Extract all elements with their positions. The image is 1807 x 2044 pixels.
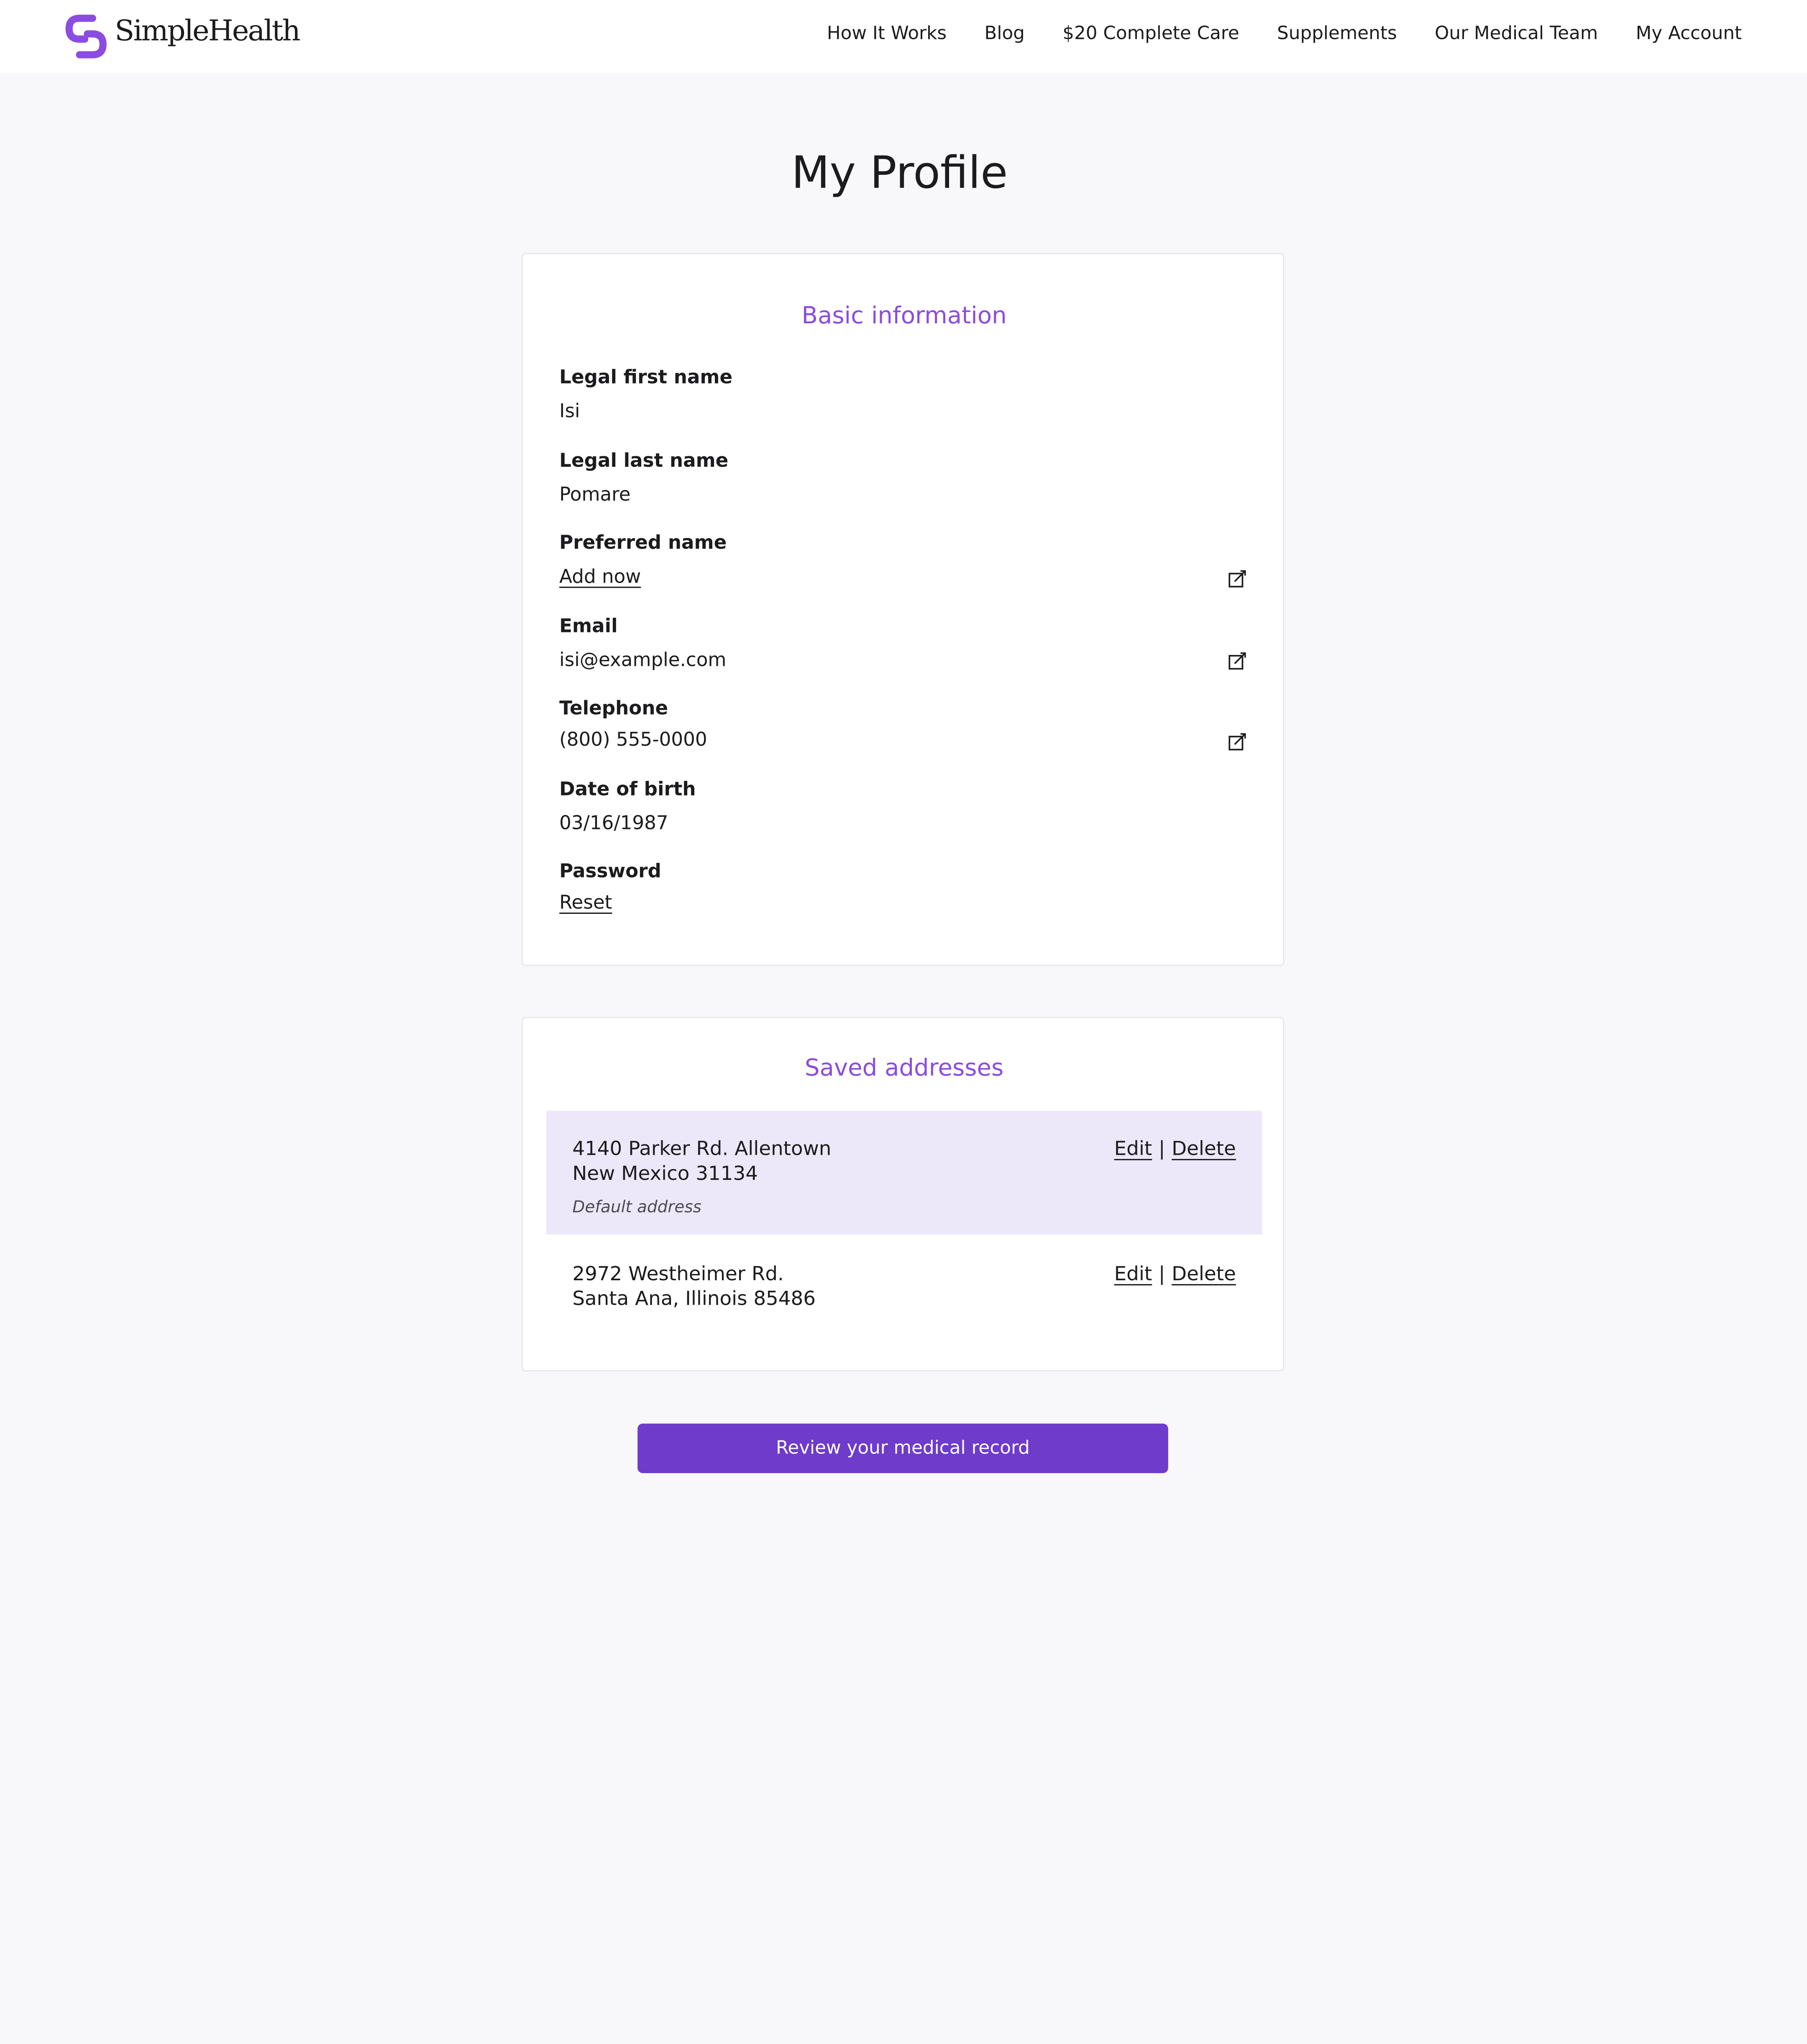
nav-medical-team[interactable]: Our Medical Team bbox=[1435, 23, 1598, 44]
address-actions: Edit | Delete bbox=[1114, 1262, 1236, 1285]
address-item: 2972 Westheimer Rd. Santa Ana, Illinois … bbox=[546, 1236, 1262, 1327]
edit-icon[interactable] bbox=[1227, 568, 1248, 589]
edit-icon[interactable] bbox=[1227, 732, 1248, 752]
address-item-default: 4140 Parker Rd. Allentown New Mexico 311… bbox=[546, 1110, 1262, 1235]
last-name-value: Pomare bbox=[559, 485, 631, 506]
first-name-value: Isi bbox=[559, 402, 580, 422]
logo-link-icon bbox=[65, 15, 107, 59]
preferred-name-label: Preferred name bbox=[559, 533, 727, 554]
address-line-1: 4140 Parker Rd. Allentown bbox=[572, 1136, 832, 1161]
address-line-1: 2972 Westheimer Rd. bbox=[572, 1262, 784, 1286]
address-line-2: Santa Ana, Illinois 85486 bbox=[572, 1287, 816, 1310]
edit-address-link[interactable]: Edit bbox=[1114, 1137, 1152, 1160]
email-label: Email bbox=[559, 617, 618, 638]
preferred-name-add-link[interactable]: Add now bbox=[559, 567, 641, 588]
brand-logo[interactable]: SimpleHealth bbox=[65, 14, 313, 59]
review-medical-record-button[interactable]: Review your medical record bbox=[637, 1423, 1168, 1474]
page-root: SimpleHealth How It Works Blog $20 Compl… bbox=[0, 0, 1807, 2044]
saved-addresses-card: Saved addresses 4140 Parker Rd. Allentow… bbox=[521, 1017, 1285, 1371]
dob-value: 03/16/1987 bbox=[559, 813, 668, 834]
page-title: My Profile bbox=[791, 147, 1008, 200]
nav-my-account[interactable]: My Account bbox=[1636, 23, 1742, 44]
first-name-label: Legal first name bbox=[559, 367, 733, 389]
delete-address-link[interactable]: Delete bbox=[1172, 1137, 1236, 1160]
top-nav: SimpleHealth How It Works Blog $20 Compl… bbox=[0, 0, 1807, 73]
saved-addresses-title: Saved addresses bbox=[804, 1054, 1004, 1082]
basic-info-title: Basic information bbox=[801, 302, 1007, 330]
edit-address-link[interactable]: Edit bbox=[1114, 1262, 1152, 1285]
nav-supplements[interactable]: Supplements bbox=[1277, 23, 1397, 44]
email-value: isi@example.com bbox=[559, 650, 727, 672]
delete-address-link[interactable]: Delete bbox=[1172, 1262, 1236, 1285]
dob-label: Date of birth bbox=[559, 779, 696, 801]
default-address-note: Default address bbox=[572, 1197, 701, 1217]
nav-links: How It Works Blog $20 Complete Care Supp… bbox=[827, 23, 1742, 44]
last-name-label: Legal last name bbox=[559, 451, 729, 472]
nav-how-it-works[interactable]: How It Works bbox=[827, 23, 947, 44]
action-separator: | bbox=[1158, 1136, 1165, 1161]
brand-name: SimpleHealth bbox=[115, 15, 300, 49]
nav-complete-care[interactable]: $20 Complete Care bbox=[1062, 23, 1239, 44]
telephone-value: (800) 555-0000 bbox=[559, 730, 707, 751]
basic-info-card: Basic information Legal first name Isi L… bbox=[521, 253, 1285, 966]
edit-icon[interactable] bbox=[1227, 650, 1248, 671]
address-actions: Edit | Delete bbox=[1114, 1137, 1236, 1160]
telephone-label: Telephone bbox=[559, 698, 668, 720]
nav-blog[interactable]: Blog bbox=[984, 23, 1024, 44]
password-label: Password bbox=[559, 862, 661, 883]
password-reset-link[interactable]: Reset bbox=[559, 893, 612, 914]
action-separator: | bbox=[1158, 1262, 1165, 1286]
address-line-2: New Mexico 31134 bbox=[572, 1161, 758, 1185]
